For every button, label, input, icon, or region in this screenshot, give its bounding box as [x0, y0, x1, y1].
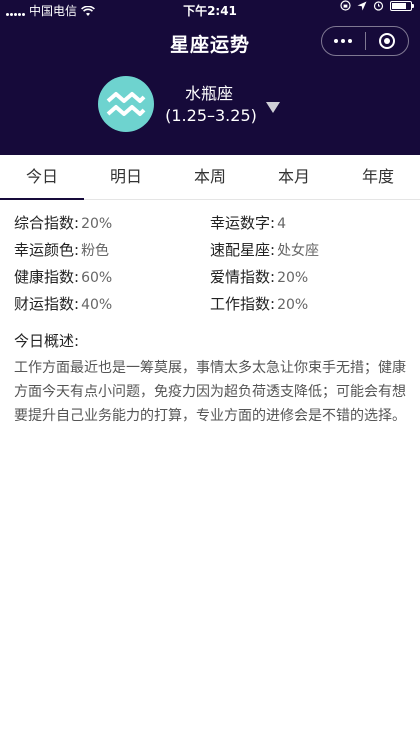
alarm-icon	[373, 1, 384, 11]
stat-match-sign: 速配星座: 处女座	[210, 239, 406, 262]
stat-value: 40%	[81, 297, 113, 313]
mini-program-capsule	[321, 26, 409, 56]
stat-label: 健康指数:	[14, 268, 80, 286]
nav-bar: 星座运势	[0, 22, 420, 62]
stat-wealth: 财运指数: 40%	[14, 293, 210, 316]
aquarius-icon	[98, 76, 154, 132]
stat-label: 综合指数:	[14, 214, 80, 232]
stat-label: 幸运颜色:	[14, 241, 80, 259]
stat-label: 财运指数:	[14, 295, 80, 313]
stat-label: 幸运数字:	[210, 214, 276, 232]
tab-today[interactable]: 今日	[0, 155, 84, 200]
stat-work: 工作指数: 20%	[210, 293, 406, 316]
stat-value: 20%	[277, 297, 309, 313]
summary-text: 工作方面最近也是一筹莫展，事情太多太急让你束手无措；健康方面今天有点小问题，免疫…	[14, 360, 406, 424]
stat-value: 20%	[277, 270, 309, 286]
close-button[interactable]	[366, 27, 409, 55]
stat-health: 健康指数: 60%	[14, 266, 210, 289]
stat-lucky-color: 幸运颜色: 粉色	[14, 239, 210, 262]
stat-value: 60%	[81, 270, 113, 286]
location-icon	[357, 1, 367, 10]
stat-label: 速配星座:	[210, 241, 276, 259]
tab-bar: 今日 明日 本周 本月 年度	[0, 155, 420, 200]
stat-overall: 综合指数: 20%	[14, 212, 210, 235]
more-dots-icon	[334, 39, 353, 43]
target-icon	[378, 33, 395, 49]
status-bar: 中国电信 下午2:41	[0, 0, 420, 22]
fortune-info: 综合指数: 20% 幸运数字: 4 幸运颜色: 粉色 速配星座: 处女座 健康指数: 60…	[0, 200, 420, 428]
stat-value: 处女座	[277, 243, 320, 259]
sign-selector[interactable]: 水瓶座 (1.25–3.25)	[0, 62, 420, 155]
status-right	[340, 0, 414, 11]
header: 中国电信 下午2:41 星座运势 水瓶座 (1.25–3.25)	[0, 0, 420, 155]
tab-month[interactable]: 本月	[252, 155, 336, 199]
tab-year[interactable]: 年度	[336, 155, 420, 199]
tab-tomorrow[interactable]: 明日	[84, 155, 168, 199]
dropdown-arrow-icon[interactable]	[266, 102, 280, 113]
battery-icon	[390, 0, 414, 11]
tab-week[interactable]: 本周	[168, 155, 252, 199]
stat-value: 4	[277, 216, 286, 232]
stat-label: 爱情指数:	[210, 268, 276, 286]
lock-rotation-icon	[340, 0, 351, 11]
stat-value: 20%	[81, 216, 113, 232]
summary-title: 今日概述:	[14, 332, 80, 350]
stat-love: 爱情指数: 20%	[210, 266, 406, 289]
sign-name: 水瓶座	[184, 84, 233, 103]
stats-grid: 综合指数: 20% 幸运数字: 4 幸运颜色: 粉色 速配星座: 处女座 健康指数: 60…	[14, 212, 406, 316]
more-button[interactable]	[322, 27, 365, 55]
stat-label: 工作指数:	[210, 295, 276, 313]
stat-lucky-number: 幸运数字: 4	[210, 212, 406, 235]
sign-date-range: (1.25–3.25)	[165, 106, 257, 125]
stat-value: 粉色	[81, 243, 110, 259]
